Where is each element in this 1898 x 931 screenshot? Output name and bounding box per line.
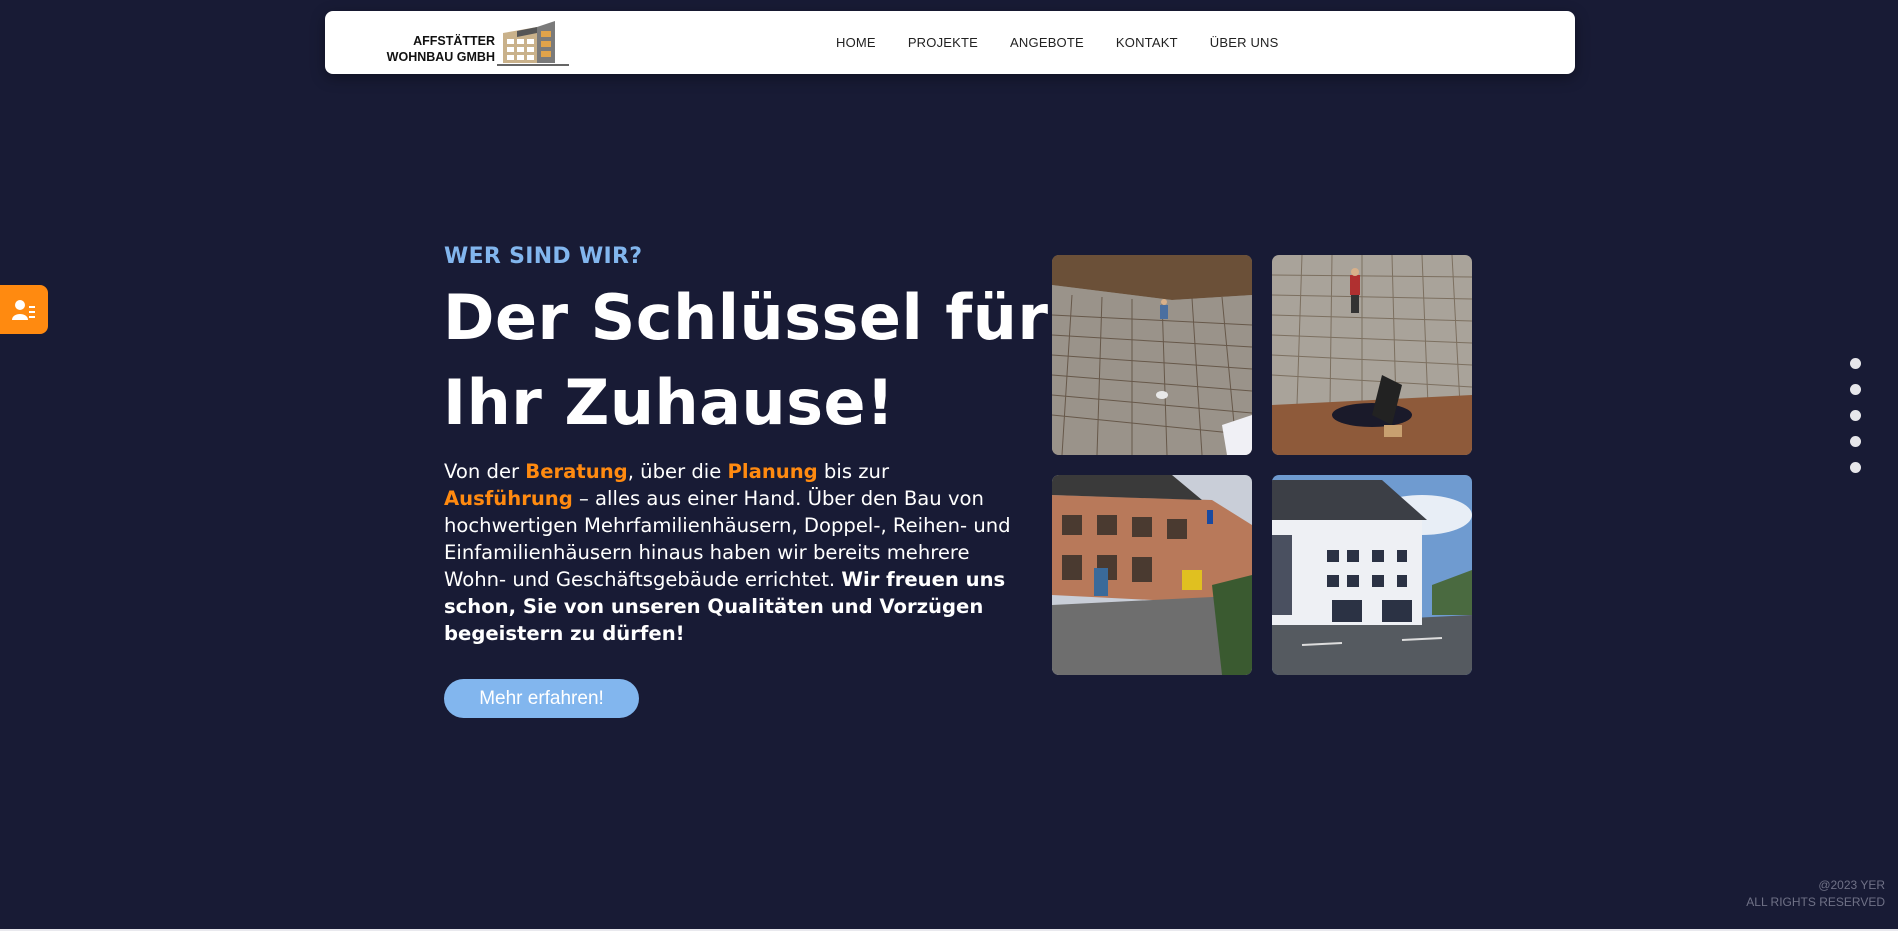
top-navbar: AFFSTÄTTER WOHNBAU GMBH HOME PROJEKTE AN…: [325, 11, 1575, 74]
section-dot-navigation: [1850, 358, 1862, 473]
headline-line-2: Ihr Zuhause!: [443, 366, 895, 439]
section-dot-1[interactable]: [1850, 358, 1861, 369]
headline-line-1: Der Schlüssel für: [443, 281, 1049, 354]
nav-angebote[interactable]: ANGEBOTE: [1010, 35, 1084, 50]
logo-line-2: WOHNBAU GMBH: [386, 50, 495, 64]
photo-image: [1052, 475, 1252, 675]
body-text-part: , über die: [627, 460, 728, 483]
section-dot-3[interactable]: [1850, 410, 1861, 421]
photo-image: [1272, 475, 1472, 675]
section-kicker: WER SIND WIR?: [444, 244, 643, 269]
photo-image: [1272, 255, 1472, 455]
rights-text: ALL RIGHTS RESERVED: [1746, 895, 1885, 909]
hero-description: Von der Beratung, über die Planung bis z…: [444, 458, 1014, 647]
contact-person-icon: [12, 299, 35, 320]
logo-line-1: AFFSTÄTTER: [413, 34, 495, 48]
body-text-part: bis zur: [817, 460, 890, 483]
side-contact-button[interactable]: [0, 285, 48, 334]
main-menu: HOME PROJEKTE ANGEBOTE KONTAKT ÜBER UNS: [836, 11, 1279, 74]
nav-home[interactable]: HOME: [836, 35, 876, 50]
finished-white-house-photo: [1272, 475, 1472, 675]
learn-more-button[interactable]: Mehr erfahren!: [444, 679, 639, 718]
nav-ueber-uns[interactable]: ÜBER UNS: [1210, 35, 1279, 50]
section-dot-4[interactable]: [1850, 436, 1861, 447]
body-text-part: Von der: [444, 460, 526, 483]
construction-worker-rebar-photo: [1272, 255, 1472, 455]
highlight-beratung: Beratung: [525, 460, 628, 483]
company-logo[interactable]: AFFSTÄTTER WOHNBAU GMBH: [355, 19, 569, 69]
footer-copyright: @2023 YER ALL RIGHTS RESERVED: [1746, 877, 1885, 911]
construction-rebar-foundation-photo: [1052, 255, 1252, 455]
copyright-text: @2023 YER: [1818, 878, 1885, 892]
nav-kontakt[interactable]: KONTAKT: [1116, 35, 1178, 50]
highlight-ausfuehrung: Ausführung: [444, 487, 573, 510]
highlight-planung: Planung: [727, 460, 818, 483]
section-dot-2[interactable]: [1850, 384, 1861, 395]
hero-headline: Der Schlüssel für Ihr Zuhause!: [443, 275, 1049, 445]
nav-projekte[interactable]: PROJEKTE: [908, 35, 978, 50]
rowhouse-construction-site-photo: [1052, 475, 1252, 675]
section-dot-5[interactable]: [1850, 462, 1861, 473]
photo-image: [1052, 255, 1252, 455]
logo-text: AFFSTÄTTER WOHNBAU GMBH: [355, 33, 495, 65]
project-gallery: [1052, 255, 1472, 675]
building-logo-icon: [497, 21, 569, 66]
